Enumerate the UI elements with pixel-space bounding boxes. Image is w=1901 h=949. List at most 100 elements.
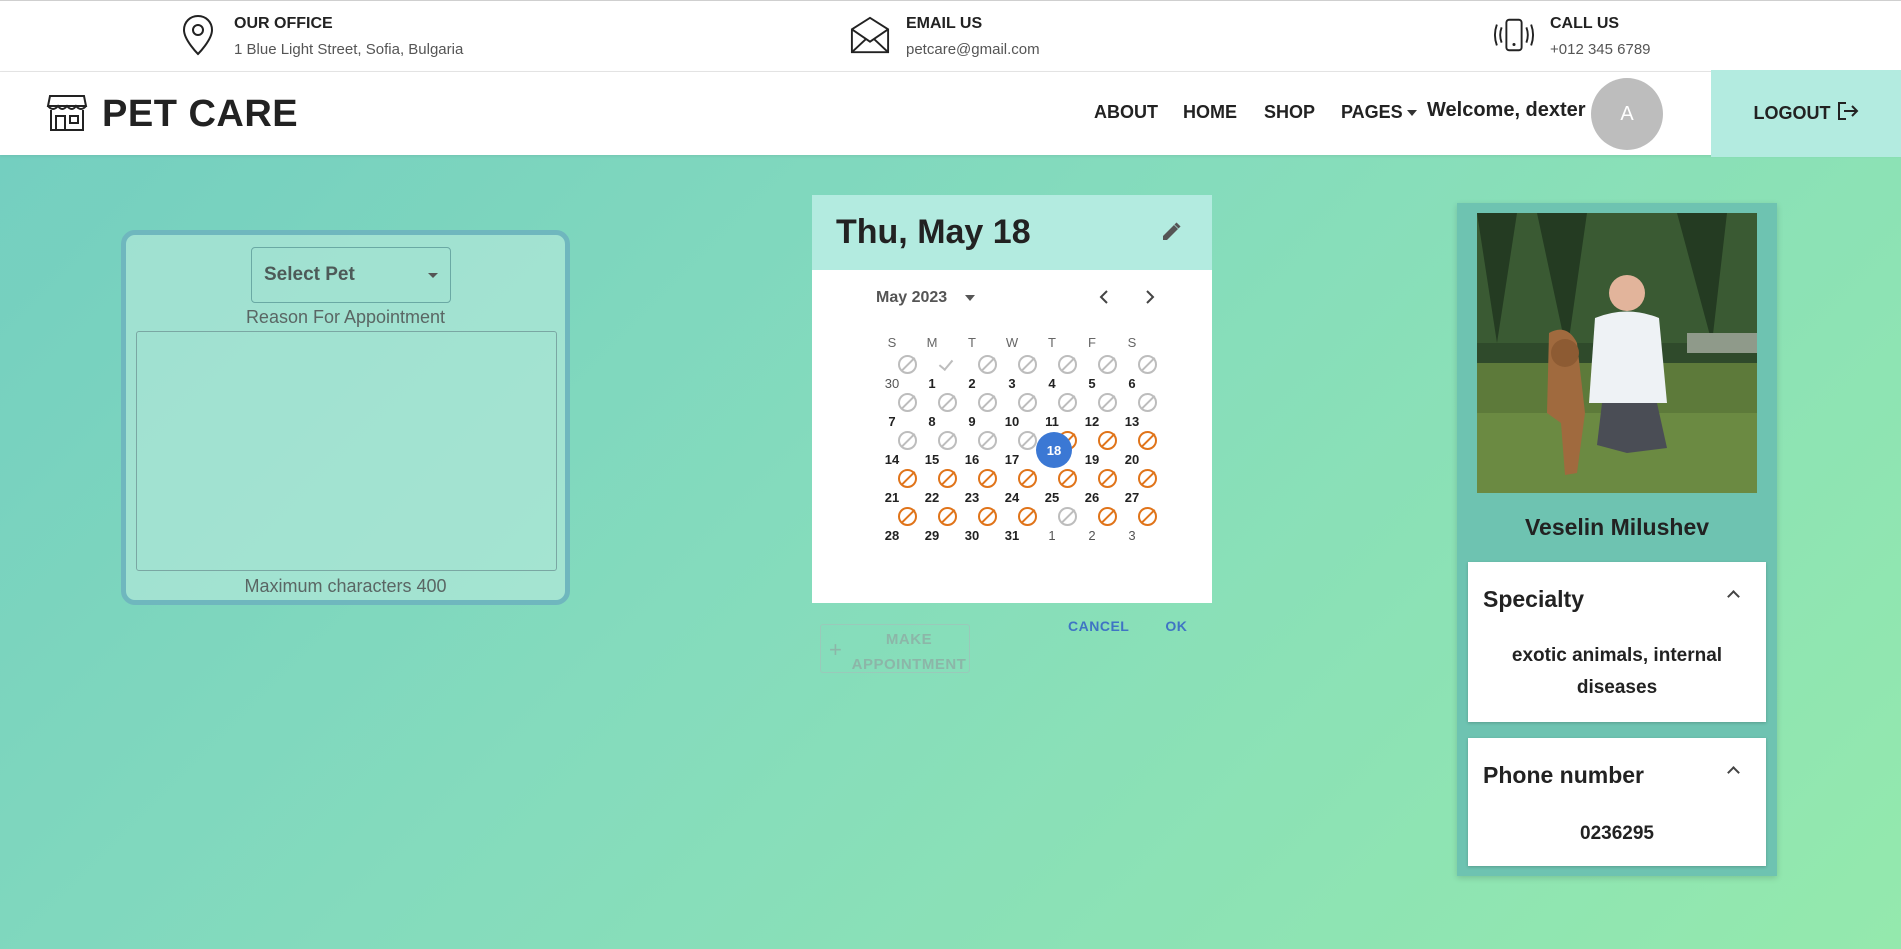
calendar-day[interactable]: 5 <box>1080 355 1120 393</box>
day-number: 29 <box>924 528 940 543</box>
chevron-down-icon <box>965 295 976 301</box>
weekday-label: W <box>1005 335 1019 350</box>
calendar-day[interactable]: 1 <box>1040 507 1080 545</box>
unavailable-icon <box>1058 507 1077 526</box>
weekday-label: F <box>1088 335 1096 350</box>
logout-button[interactable]: LOGOUT <box>1711 70 1901 157</box>
unavailable-icon <box>1098 507 1117 526</box>
day-number: 3 <box>1008 376 1016 391</box>
calendar-day[interactable]: 30 <box>960 507 1000 545</box>
unavailable-icon <box>978 431 997 450</box>
day-number: 15 <box>924 452 940 467</box>
calendar-day[interactable]: 23 <box>960 469 1000 507</box>
calendar-day[interactable]: 16 <box>960 431 1000 469</box>
selected-date: Thu, May 18 <box>836 213 1031 251</box>
calendar-day[interactable]: 24 <box>1000 469 1040 507</box>
day-number: 10 <box>1004 414 1020 429</box>
calendar-day[interactable]: 27 <box>1120 469 1160 507</box>
calendar-day[interactable]: 2 <box>960 355 1000 393</box>
selected-day[interactable]: 18 <box>1036 431 1080 469</box>
day-number: 3 <box>1128 528 1136 543</box>
calendar-day[interactable]: 1 <box>920 355 960 393</box>
calendar-day[interactable]: 21 <box>880 469 920 507</box>
calendar-day[interactable]: 8 <box>920 393 960 431</box>
logout-label: LOGOUT <box>1753 103 1831 123</box>
brand-logo[interactable]: PET CARE <box>46 92 298 137</box>
call-number[interactable]: +012 345 6789 <box>1550 41 1651 58</box>
day-number: 12 <box>1084 414 1100 429</box>
nav-about[interactable]: ABOUT <box>1094 102 1158 123</box>
avatar[interactable]: A <box>1591 78 1663 150</box>
chevron-up-icon[interactable] <box>1727 590 1740 603</box>
date-picker: Thu, May 18 May 2023 SMTWTFS 30 1 2 3 4 5 6 7 8 9… <box>812 195 1212 603</box>
calendar-day[interactable]: 11 <box>1040 393 1080 431</box>
calendar-day[interactable]: 2 <box>1080 507 1120 545</box>
make-appointment-button[interactable]: + MAKE APPOINTMENT <box>820 624 970 673</box>
pencil-icon[interactable] <box>1160 221 1182 248</box>
calendar-day[interactable]: 3 <box>1000 355 1040 393</box>
phone-title: Phone number <box>1483 762 1645 788</box>
calendar-day[interactable]: 13 <box>1120 393 1160 431</box>
calendar-day[interactable]: 9 <box>960 393 1000 431</box>
day-number: 28 <box>884 528 900 543</box>
day-number: 4 <box>1048 376 1056 391</box>
unavailable-icon <box>1018 507 1037 526</box>
date-picker-actions: CANCEL OK <box>1068 618 1187 634</box>
select-pet-dropdown[interactable]: Select Pet <box>251 247 451 303</box>
unavailable-icon <box>938 507 957 526</box>
chevron-left-icon[interactable] <box>1098 289 1110 310</box>
email-address[interactable]: petcare@gmail.com <box>906 41 1040 58</box>
max-chars-hint: Maximum characters 400 <box>244 576 447 596</box>
day-number: 8 <box>928 414 936 429</box>
unavailable-icon <box>898 469 917 488</box>
calendar-day[interactable]: 14 <box>880 431 920 469</box>
calendar-day[interactable]: 19 <box>1080 431 1120 469</box>
calendar-day[interactable]: 22 <box>920 469 960 507</box>
select-pet-label: Select Pet <box>264 264 355 285</box>
welcome-text: Welcome, dexter <box>1427 99 1586 121</box>
phone-icon <box>1494 11 1534 59</box>
nav-shop[interactable]: SHOP <box>1264 102 1315 123</box>
calendar-day[interactable]: 12 <box>1080 393 1120 431</box>
chevron-right-icon[interactable] <box>1144 289 1156 310</box>
contact-info-bar: OUR OFFICE 1 Blue Light Street, Sofia, B… <box>0 0 1901 72</box>
calendar-day[interactable]: 4 <box>1040 355 1080 393</box>
ok-button[interactable]: OK <box>1165 618 1187 634</box>
chevron-up-icon[interactable] <box>1727 766 1740 779</box>
day-number: 23 <box>964 490 980 505</box>
unavailable-icon <box>898 507 917 526</box>
nav-home[interactable]: HOME <box>1183 102 1237 123</box>
day-number: 13 <box>1124 414 1140 429</box>
calendar-day[interactable]: 31 <box>1000 507 1040 545</box>
logout-icon <box>1837 101 1859 126</box>
office-address: 1 Blue Light Street, Sofia, Bulgaria <box>234 41 464 58</box>
calendar-day[interactable]: 10 <box>1000 393 1040 431</box>
reason-textarea[interactable] <box>136 331 557 571</box>
day-number: 30 <box>884 376 900 391</box>
cancel-button[interactable]: CANCEL <box>1068 618 1129 634</box>
calendar-day[interactable]: 7 <box>880 393 920 431</box>
day-number: 30 <box>964 528 980 543</box>
unavailable-icon <box>898 393 917 412</box>
month-selector[interactable]: May 2023 <box>876 289 976 307</box>
calendar-day[interactable]: 26 <box>1080 469 1120 507</box>
calendar-day[interactable]: 15 <box>920 431 960 469</box>
day-number: 2 <box>968 376 976 391</box>
calendar-day[interactable]: 29 <box>920 507 960 545</box>
calendar-day[interactable]: 3 <box>1120 507 1160 545</box>
day-number: 31 <box>1004 528 1020 543</box>
calendar-day[interactable]: 28 <box>880 507 920 545</box>
calendar-day[interactable]: 17 <box>1000 431 1040 469</box>
unavailable-icon <box>978 507 997 526</box>
calendar-day[interactable]: 25 <box>1040 469 1080 507</box>
brand-title: PET CARE <box>102 93 299 135</box>
calendar-day[interactable]: 6 <box>1120 355 1160 393</box>
calendar-day[interactable]: 20 <box>1120 431 1160 469</box>
nav-pages[interactable]: PAGES <box>1341 102 1417 123</box>
day-number: 9 <box>968 414 976 429</box>
day-number: 11 <box>1045 414 1059 429</box>
day-number: 5 <box>1088 376 1096 391</box>
unavailable-icon <box>1018 393 1037 412</box>
unavailable-icon <box>1098 393 1117 412</box>
calendar-day[interactable]: 30 <box>880 355 920 393</box>
